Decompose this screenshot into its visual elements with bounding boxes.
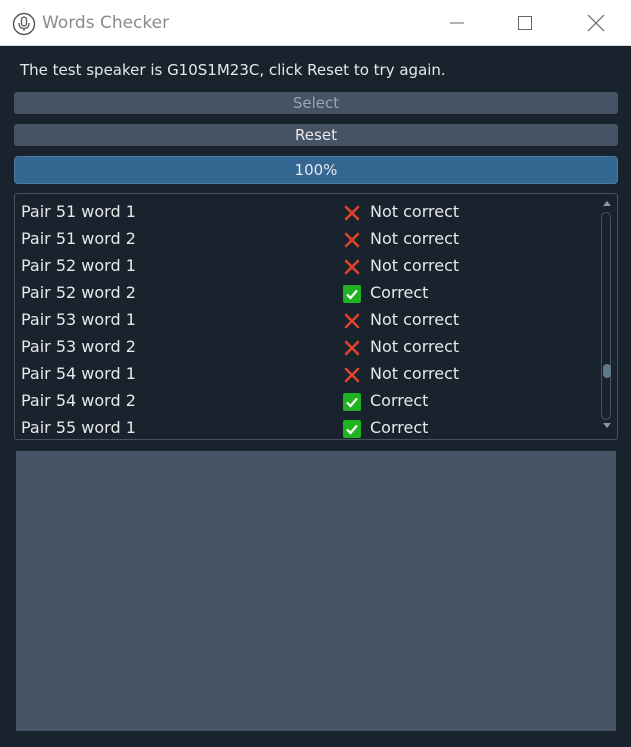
word-label: Pair 51 word 1 xyxy=(21,202,136,221)
cross-icon xyxy=(344,340,360,356)
cross-icon xyxy=(344,205,360,221)
progress-bar: 100% xyxy=(14,156,618,184)
status-label: Not correct xyxy=(370,310,460,329)
scrollbar-thumb[interactable] xyxy=(603,364,611,378)
maximize-icon xyxy=(518,16,532,30)
minimize-icon xyxy=(450,22,464,24)
word-label: Pair 52 word 1 xyxy=(21,256,136,275)
reset-button[interactable]: Reset xyxy=(14,124,618,146)
progress-label: 100% xyxy=(294,161,338,179)
word-label: Pair 53 word 2 xyxy=(21,337,136,356)
scrollbar-track[interactable] xyxy=(601,212,611,420)
list-item[interactable]: Pair 51 word 2 Not correct xyxy=(15,225,600,252)
list-item[interactable]: Pair 53 word 2 Not correct xyxy=(15,333,600,360)
check-icon xyxy=(343,285,361,303)
check-icon xyxy=(343,420,361,438)
status-label: Not correct xyxy=(370,229,460,248)
status-label: Not correct xyxy=(370,337,460,356)
list-item[interactable]: Pair 51 word 1 Not correct xyxy=(15,198,600,225)
cross-icon xyxy=(344,367,360,383)
close-button[interactable] xyxy=(573,0,619,46)
list-item[interactable]: Pair 54 word 2 Correct xyxy=(15,387,600,414)
instruction-text: The test speaker is G10S1M23C, click Res… xyxy=(20,61,446,79)
status-label: Correct xyxy=(370,283,429,302)
status-label: Not correct xyxy=(370,364,460,383)
maximize-button[interactable] xyxy=(502,0,548,46)
list-item[interactable]: Pair 52 word 2 Correct xyxy=(15,279,600,306)
results-list[interactable]: Pair 51 word 1 Not correct Pair 51 word 2 N… xyxy=(14,193,618,440)
title-bar: Words Checker xyxy=(0,0,631,46)
scroll-up-icon[interactable] xyxy=(602,200,612,207)
list-item[interactable]: Pair 52 word 1 Not correct xyxy=(15,252,600,279)
close-icon xyxy=(587,14,605,32)
status-label: Not correct xyxy=(370,256,460,275)
cross-icon xyxy=(344,313,360,329)
minimize-button[interactable] xyxy=(434,0,480,46)
word-label: Pair 54 word 2 xyxy=(21,391,136,410)
list-item[interactable]: Pair 53 word 1 Not correct xyxy=(15,306,600,333)
microphone-icon xyxy=(12,12,36,36)
cross-icon xyxy=(344,232,360,248)
status-label: Correct xyxy=(370,418,429,437)
status-label: Correct xyxy=(370,391,429,410)
word-label: Pair 53 word 1 xyxy=(21,310,136,329)
scroll-down-icon[interactable] xyxy=(602,422,612,429)
status-label: Not correct xyxy=(370,202,460,221)
check-icon xyxy=(343,393,361,411)
select-button[interactable]: Select xyxy=(14,92,618,114)
list-item[interactable]: Pair 54 word 1 Not correct xyxy=(15,360,600,387)
window-title: Words Checker xyxy=(42,13,170,33)
list-item[interactable]: Pair 55 word 1 Correct xyxy=(15,414,600,439)
word-label: Pair 55 word 1 xyxy=(21,418,136,437)
word-label: Pair 51 word 2 xyxy=(21,229,136,248)
cross-icon xyxy=(344,259,360,275)
word-label: Pair 52 word 2 xyxy=(21,283,136,302)
output-panel xyxy=(16,451,616,731)
word-label: Pair 54 word 1 xyxy=(21,364,136,383)
